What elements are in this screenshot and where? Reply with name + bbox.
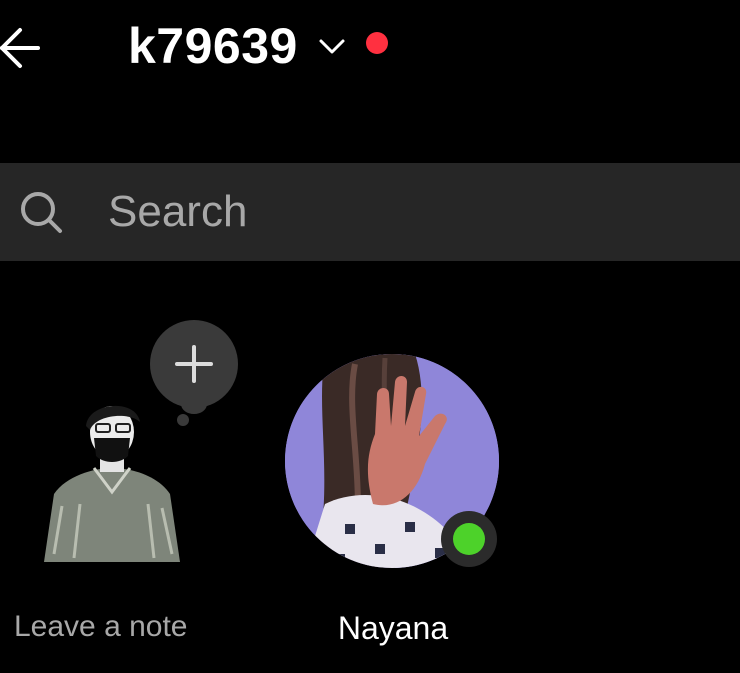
search-input[interactable] (106, 186, 670, 238)
online-status-badge (441, 511, 497, 567)
back-arrow-icon[interactable] (0, 22, 42, 74)
plus-icon (175, 345, 213, 383)
friend-name: Nayana (337, 610, 449, 646)
my-avatar (44, 405, 180, 562)
chevron-down-icon (319, 39, 345, 54)
leave-note-label: Leave a note (14, 610, 188, 643)
notification-dot (365, 32, 388, 54)
account-switcher[interactable]: k79639 (128, 14, 388, 78)
friend-note-item[interactable]: Nayana (280, 350, 510, 660)
search-icon (21, 192, 62, 233)
search-bar[interactable] (0, 163, 740, 261)
leave-note-item[interactable]: Leave a note (0, 310, 238, 650)
account-username: k79639 (128, 18, 298, 74)
top-bar: k79639 (0, 0, 740, 100)
online-dot (453, 523, 485, 555)
